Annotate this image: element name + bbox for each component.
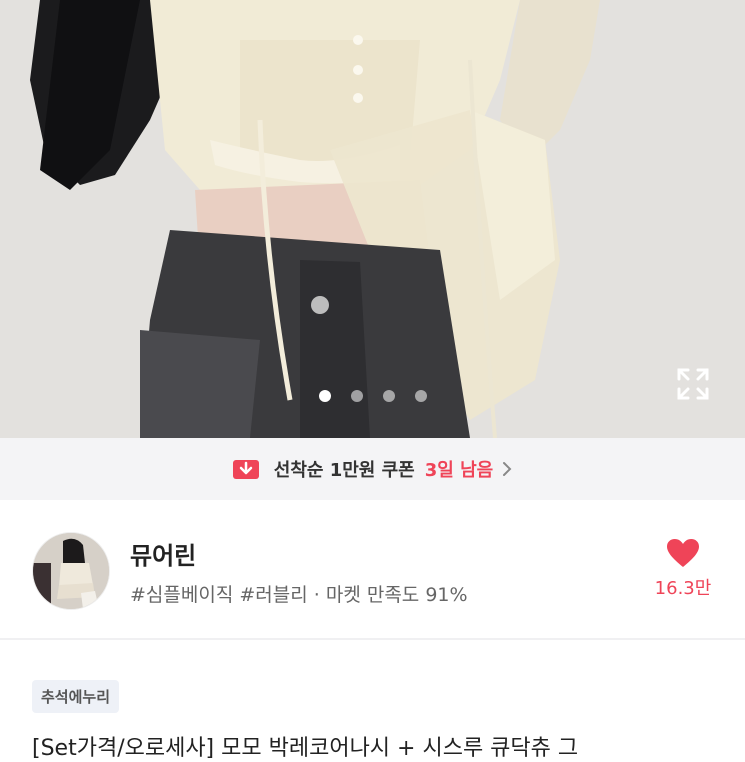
product-title: [Set가격/오로세사] 모모 박레코어나시 + 시스루 큐닥츄 그: [32, 736, 579, 761]
product-image-carousel[interactable]: [0, 0, 745, 438]
coupon-label: 선착순 1만원 쿠폰: [273, 460, 415, 481]
shop-tags: #심플베이직 #러블리 · 마켓 만족도 91%: [130, 584, 468, 606]
coupon-banner[interactable]: 선착순 1만원 쿠폰 3일 남음: [0, 438, 745, 500]
avatar-image: [33, 533, 109, 609]
shop-avatar[interactable]: [32, 532, 110, 610]
product-photo: [0, 0, 745, 438]
coupon-remaining: 3일 남음: [424, 460, 494, 481]
carousel-dot[interactable]: [350, 390, 363, 402]
like-count: 16.3만: [654, 578, 712, 599]
event-badge: 추석에누리: [32, 680, 120, 713]
expand-icon[interactable]: [675, 366, 711, 402]
coupon-icon: [232, 460, 259, 479]
section-divider: [0, 638, 745, 640]
shop-name[interactable]: 뮤어린: [130, 536, 196, 571]
carousel-dot[interactable]: [318, 390, 331, 402]
carousel-dot[interactable]: [382, 390, 395, 402]
like-button[interactable]: 16.3만: [650, 538, 716, 600]
heart-icon: [667, 539, 699, 567]
shop-info[interactable]: 뮤어린 #심플베이직 #러블리 · 마켓 만족도 91% 16.3만: [0, 508, 745, 638]
carousel-indicator: [0, 390, 745, 402]
chevron-right-icon: [503, 462, 512, 476]
carousel-dot[interactable]: [414, 390, 427, 402]
